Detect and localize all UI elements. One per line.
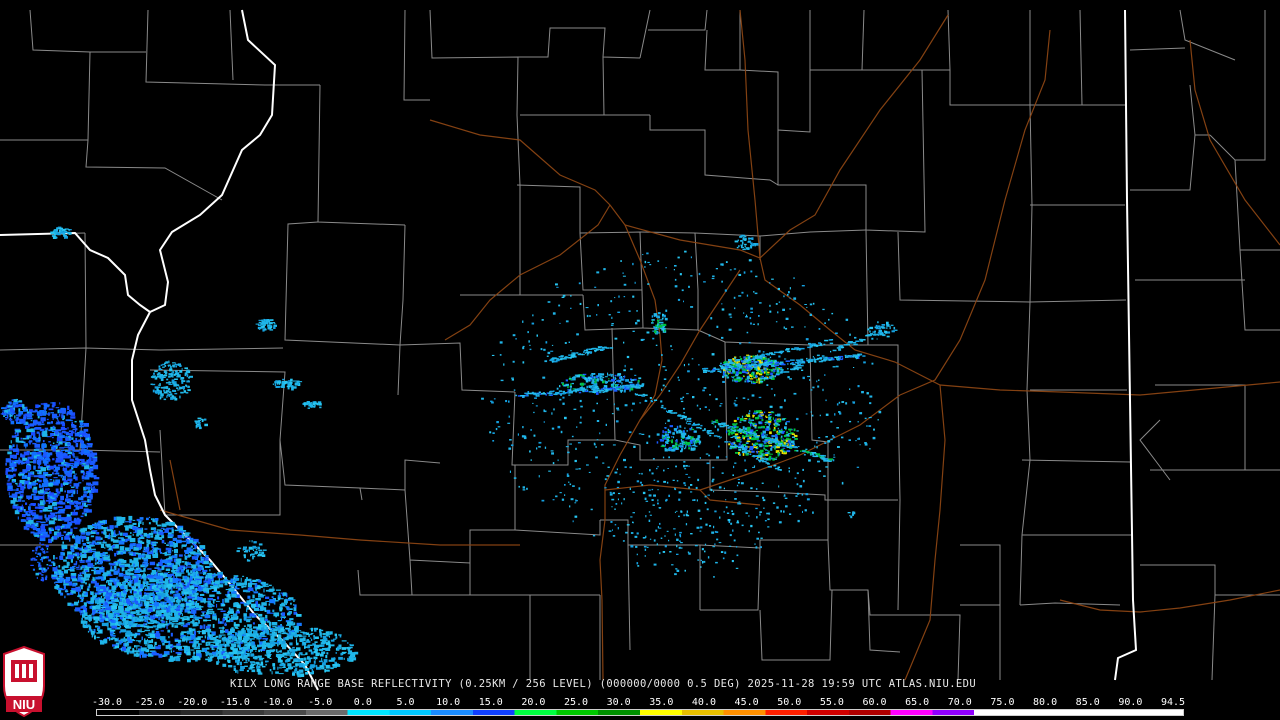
scale-label: 80.0 (1033, 697, 1058, 708)
scale-label: 70.0 (947, 697, 972, 708)
niu-logo-text: NIU (13, 697, 35, 712)
scale-label: -20.0 (177, 697, 208, 708)
reflectivity-colorbar (96, 709, 1184, 716)
scale-label: 65.0 (905, 697, 930, 708)
scale-label: 25.0 (563, 697, 589, 708)
scale-label: 20.0 (521, 697, 546, 708)
scale-label: 55.0 (819, 697, 844, 708)
scale-label: 60.0 (862, 697, 887, 708)
scale-label: 0.0 (353, 697, 372, 708)
scale-label: 94.5 (1160, 697, 1186, 708)
scale-label: 30.0 (606, 697, 631, 708)
scale-label: 75.0 (990, 697, 1015, 708)
scale-label: 10.0 (436, 697, 461, 708)
reflectivity-scale-labels: -30.0 -25.0 -20.0 -15.0 -10.0 -5.0 0.0 5.0 10.0 1… (91, 697, 1195, 709)
scale-label: 90.0 (1118, 697, 1143, 708)
scale-label: -30.0 (91, 697, 123, 708)
scale-label: 45.0 (734, 697, 759, 708)
scale-label: 85.0 (1075, 697, 1100, 708)
scale-label: -15.0 (219, 697, 250, 708)
niu-logo: NIU (3, 646, 45, 718)
radar-map (0, 0, 1280, 720)
product-caption: KILX LONG RANGE BASE REFLECTIVITY (0.25K… (230, 678, 977, 690)
scale-label: -5.0 (308, 697, 333, 708)
scale-label: -25.0 (134, 697, 165, 708)
scale-label: 5.0 (396, 697, 415, 708)
scale-label: 40.0 (691, 697, 716, 708)
scale-label: -10.0 (262, 697, 293, 708)
scale-label: 35.0 (649, 697, 674, 708)
scale-label: 50.0 (777, 697, 802, 708)
scale-label: 15.0 (478, 697, 503, 708)
